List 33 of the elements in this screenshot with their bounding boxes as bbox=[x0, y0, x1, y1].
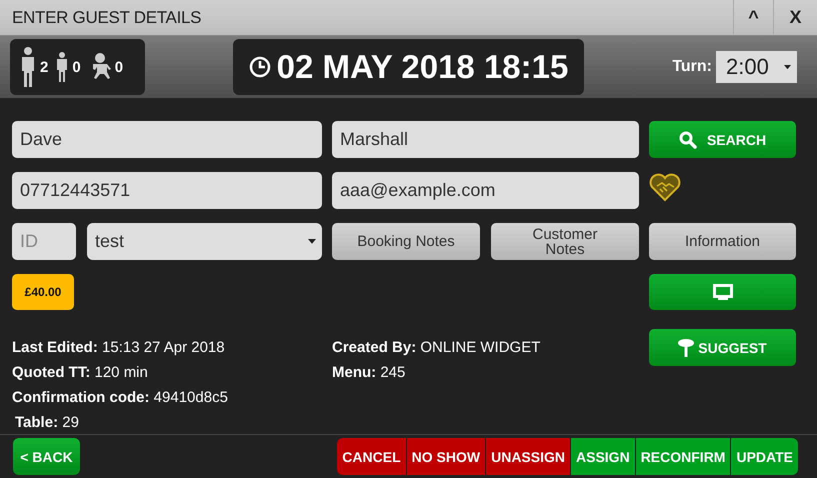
first-name-field[interactable]: Dave bbox=[12, 121, 322, 158]
suggest-button[interactable]: SUGGEST bbox=[649, 329, 796, 366]
window-title: ENTER GUEST DETAILS bbox=[11, 8, 202, 28]
party-size-panel[interactable]: 2 0 0 bbox=[10, 39, 145, 95]
email-field[interactable]: aaa@example.com bbox=[332, 172, 639, 209]
collapse-button[interactable]: ^ bbox=[733, 0, 773, 35]
id-field[interactable]: ID bbox=[12, 223, 76, 260]
search-button[interactable]: SEARCH bbox=[649, 121, 796, 158]
action-button[interactable]: UNASSIGN bbox=[486, 438, 570, 475]
turn-select[interactable]: 2:00 bbox=[716, 51, 797, 83]
booking-detail: Created By: ONLINE WIDGET bbox=[332, 339, 542, 357]
guest-count: 0 bbox=[72, 58, 81, 76]
booking-detail: Quoted TT: 120 min bbox=[12, 364, 149, 382]
action-button[interactable]: NO SHOW bbox=[406, 438, 486, 475]
deposit-badge: £40.00 bbox=[12, 274, 74, 310]
booking-detail: Menu: 245 bbox=[332, 364, 406, 382]
guest-count: 2 bbox=[40, 58, 48, 76]
back-button[interactable]: < BACK bbox=[13, 438, 80, 475]
last-name-field[interactable]: Marshall bbox=[332, 121, 639, 158]
turn-label: Turn: bbox=[672, 58, 712, 76]
booking-notes-button[interactable]: Booking Notes bbox=[332, 223, 480, 260]
booking-detail: Table: 29 bbox=[15, 414, 80, 432]
customer-notes-button[interactable]: Customer Notes bbox=[491, 223, 639, 260]
date-panel[interactable]: 02 MAY 2018 18:15 bbox=[233, 39, 584, 95]
booking-detail: Confirmation code: 49410d8c5 bbox=[12, 389, 229, 407]
booking-detail: Last Edited: 15:13 27 Apr 2018 bbox=[12, 339, 226, 357]
guest-count: 0 bbox=[114, 58, 124, 76]
action-button[interactable]: CANCEL bbox=[337, 438, 406, 475]
phone-field[interactable]: 07712443571 bbox=[12, 172, 322, 209]
booking-datetime: 02 MAY 2018 18:15 bbox=[276, 48, 568, 86]
source-select[interactable]: test bbox=[87, 223, 322, 260]
information-button[interactable]: Information bbox=[649, 223, 796, 260]
close-button[interactable]: X bbox=[773, 0, 817, 35]
